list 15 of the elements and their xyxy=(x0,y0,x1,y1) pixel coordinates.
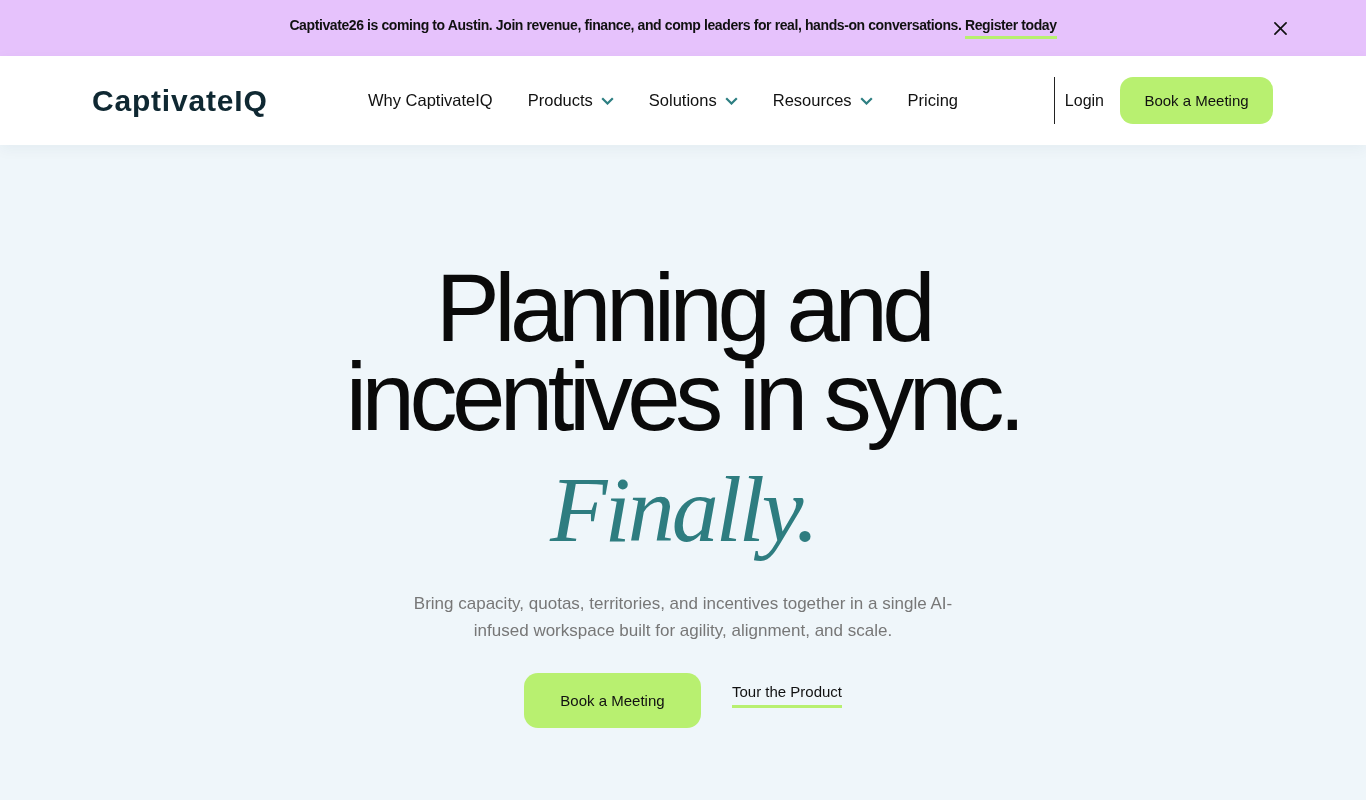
nav-link[interactable]: Resources xyxy=(772,91,873,110)
nav-link[interactable]: Solutions xyxy=(648,91,738,110)
nav-link[interactable]: Pricing xyxy=(907,91,959,110)
close-icon[interactable] xyxy=(1274,21,1287,35)
login-link[interactable]: Login xyxy=(1064,91,1104,110)
book-meeting-button[interactable]: Book a Meeting xyxy=(1120,77,1273,124)
nav-link[interactable]: Products xyxy=(527,91,614,110)
hero-description: Bring capacity, quotas, territories, and incentives together in a single AI-infused workspace built for agility, alignment, and scale. xyxy=(412,593,954,642)
logo[interactable]: CaptivateIQ xyxy=(92,83,368,118)
tour-product-link[interactable]: Tour the Product xyxy=(731,683,843,708)
register-link[interactable]: Register today xyxy=(964,17,1057,39)
book-meeting-button[interactable]: Book a Meeting xyxy=(523,673,701,728)
nav-link[interactable]: Why CaptivateIQ xyxy=(368,91,493,110)
hero-accent-text: Finally. xyxy=(550,457,816,562)
announcement-text: Captivate26 is coming to Austin. Join revenue, finance, and comp leaders for real, hands-on conversations. Register today xyxy=(289,17,1077,39)
